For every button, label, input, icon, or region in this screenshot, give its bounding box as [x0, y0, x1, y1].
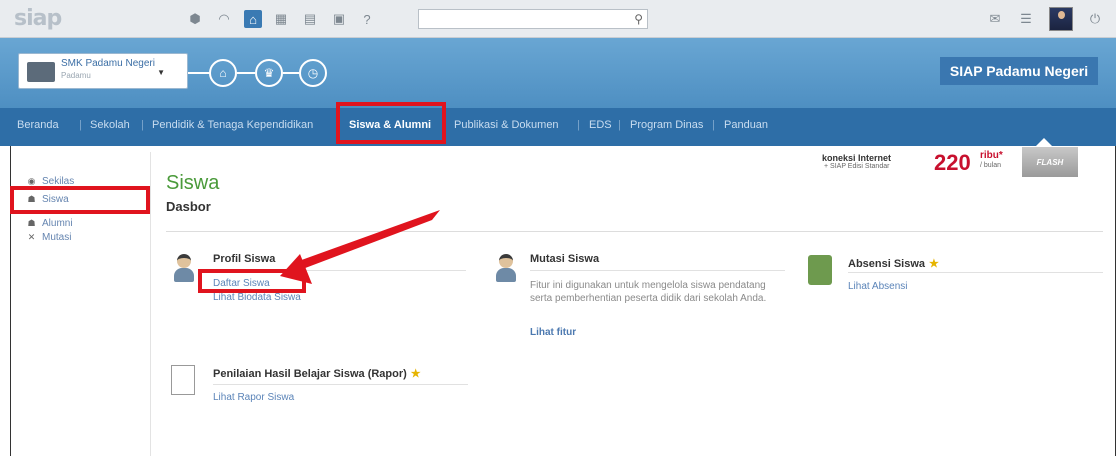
arrow-shaft	[296, 210, 440, 270]
annotation-arrow	[280, 210, 440, 284]
